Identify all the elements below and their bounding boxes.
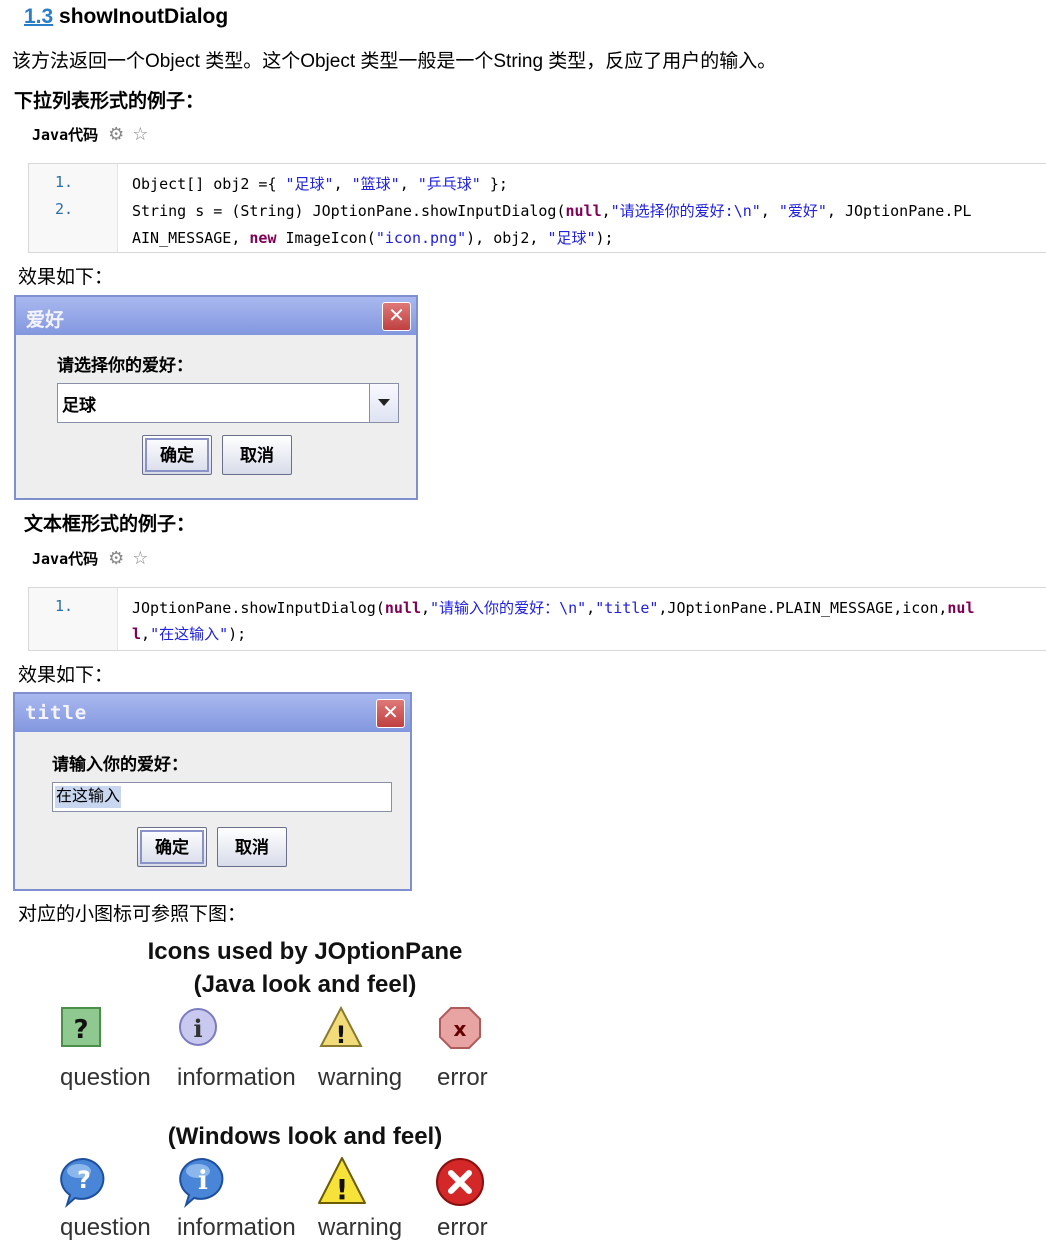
- section-number-link[interactable]: 1.3: [24, 5, 53, 28]
- dialog-title: 爱好: [26, 309, 65, 331]
- dialog-title: title: [25, 702, 88, 724]
- star-icon[interactable]: ☆: [132, 548, 148, 569]
- windows-question-icon: ?: [60, 1157, 105, 1209]
- windows-warning-label: warning: [318, 1214, 403, 1241]
- code-content: JOptionPane.showInputDialog(null,"请输入你的爱…: [117, 588, 1046, 650]
- java-warning-label: warning: [318, 1064, 403, 1091]
- ok-button[interactable]: 确定: [142, 435, 212, 475]
- example2-title: 文本框形式的例子：: [24, 514, 196, 535]
- section-title: showInoutDialog: [59, 5, 229, 28]
- code-line: JOptionPane.showInputDialog(null,"请输入你的爱…: [132, 599, 975, 617]
- dialog-body: 请输入你的爱好： 在这输入 确定 取消: [15, 732, 410, 889]
- input-value: 在这输入: [55, 786, 122, 808]
- dialog-titlebar: title ✕: [15, 694, 410, 732]
- dialog-titlebar: 爱好 ✕: [16, 297, 416, 335]
- line-gutter: 1. 2.: [29, 164, 117, 252]
- code-line: l,"在这输入");: [132, 625, 247, 643]
- example1-result-label: 效果如下：: [18, 267, 114, 288]
- code-line: String s = (String) JOptionPane.showInpu…: [132, 202, 972, 220]
- hobby-combo-dialog: 爱好 ✕ 请选择你的爱好： 足球 确定 取消: [14, 295, 418, 500]
- example1-code-header: Java代码 ⚙ ☆: [32, 124, 148, 145]
- selected-value: 足球: [62, 396, 96, 416]
- line-gutter: 1.: [29, 588, 117, 650]
- java-information-icon: i: [179, 1008, 217, 1046]
- hobby-select[interactable]: 足球: [57, 383, 399, 423]
- java-error-icon: x: [439, 1007, 481, 1049]
- svg-text:x: x: [454, 1017, 467, 1041]
- svg-text:!: !: [336, 1021, 347, 1049]
- windows-information-label: information: [177, 1214, 296, 1241]
- windows-question-label: question: [60, 1214, 151, 1241]
- example2-code-block: 1. JOptionPane.showInputDialog(null,"请输入…: [28, 587, 1046, 651]
- windows-error-label: error: [437, 1214, 488, 1241]
- code-line: Object[] obj2 ={ "足球", "篮球", "乒乓球" };: [132, 175, 508, 193]
- icons-figure-title: Icons used by JOptionPane: [147, 938, 463, 965]
- example2-code-header: Java代码 ⚙ ☆: [32, 548, 148, 569]
- java-information-label: information: [177, 1064, 296, 1091]
- code-language-label: Java代码: [32, 126, 99, 144]
- icons-note: 对应的小图标可参照下图：: [18, 904, 247, 925]
- close-icon[interactable]: ✕: [376, 699, 405, 728]
- svg-text:i: i: [198, 1166, 208, 1196]
- copy-icon[interactable]: ⚙: [108, 124, 124, 145]
- example1-title: 下拉列表形式的例子：: [14, 91, 205, 112]
- copy-icon[interactable]: ⚙: [108, 548, 124, 569]
- code-language-label: Java代码: [32, 550, 99, 568]
- line-number: 1.: [55, 597, 74, 615]
- section-heading: 1.3 showInoutDialog: [24, 5, 228, 29]
- close-icon[interactable]: ✕: [382, 302, 411, 331]
- example2-result-label: 效果如下：: [18, 665, 114, 686]
- dialog-prompt: 请选择你的爱好：: [57, 356, 193, 376]
- cancel-button[interactable]: 取消: [222, 435, 292, 475]
- java-question-label: question: [60, 1064, 151, 1091]
- line-number: 2.: [55, 200, 74, 218]
- dialog-body: 请选择你的爱好： 足球 确定 取消: [16, 335, 416, 498]
- dialog-prompt: 请输入你的爱好：: [52, 755, 188, 775]
- chevron-down-icon[interactable]: [369, 384, 398, 422]
- line-number: 1.: [55, 173, 74, 191]
- svg-text:i: i: [193, 1014, 202, 1043]
- java-warning-icon: !: [319, 1005, 363, 1049]
- java-error-label: error: [437, 1064, 488, 1091]
- star-icon[interactable]: ☆: [132, 124, 148, 145]
- cancel-button[interactable]: 取消: [217, 827, 287, 867]
- code-line: AIN_MESSAGE, new ImageIcon("icon.png"), …: [132, 229, 614, 247]
- java-question-icon: ?: [61, 1007, 101, 1047]
- svg-text:?: ?: [73, 1015, 88, 1045]
- svg-text:!: !: [336, 1173, 349, 1206]
- code-content: Object[] obj2 ={ "足球", "篮球", "乒乓球" }; St…: [117, 164, 1046, 252]
- intro-paragraph: 该方法返回一个Object 类型。这个Object 类型一般是一个String …: [12, 51, 777, 72]
- hobby-input-field[interactable]: 在这输入: [52, 782, 392, 812]
- windows-warning-icon: !: [318, 1157, 366, 1206]
- windows-information-icon: i: [179, 1157, 224, 1209]
- java-laf-title: (Java look and feel): [193, 971, 417, 998]
- windows-laf-title: (Windows look and feel): [167, 1123, 443, 1150]
- hobby-input-dialog: title ✕ 请输入你的爱好： 在这输入 确定 取消: [13, 692, 412, 891]
- example1-code-block: 1. 2. Object[] obj2 ={ "足球", "篮球", "乒乓球"…: [28, 163, 1046, 253]
- windows-error-icon: [436, 1158, 484, 1206]
- svg-text:?: ?: [77, 1166, 91, 1194]
- ok-button[interactable]: 确定: [137, 827, 207, 867]
